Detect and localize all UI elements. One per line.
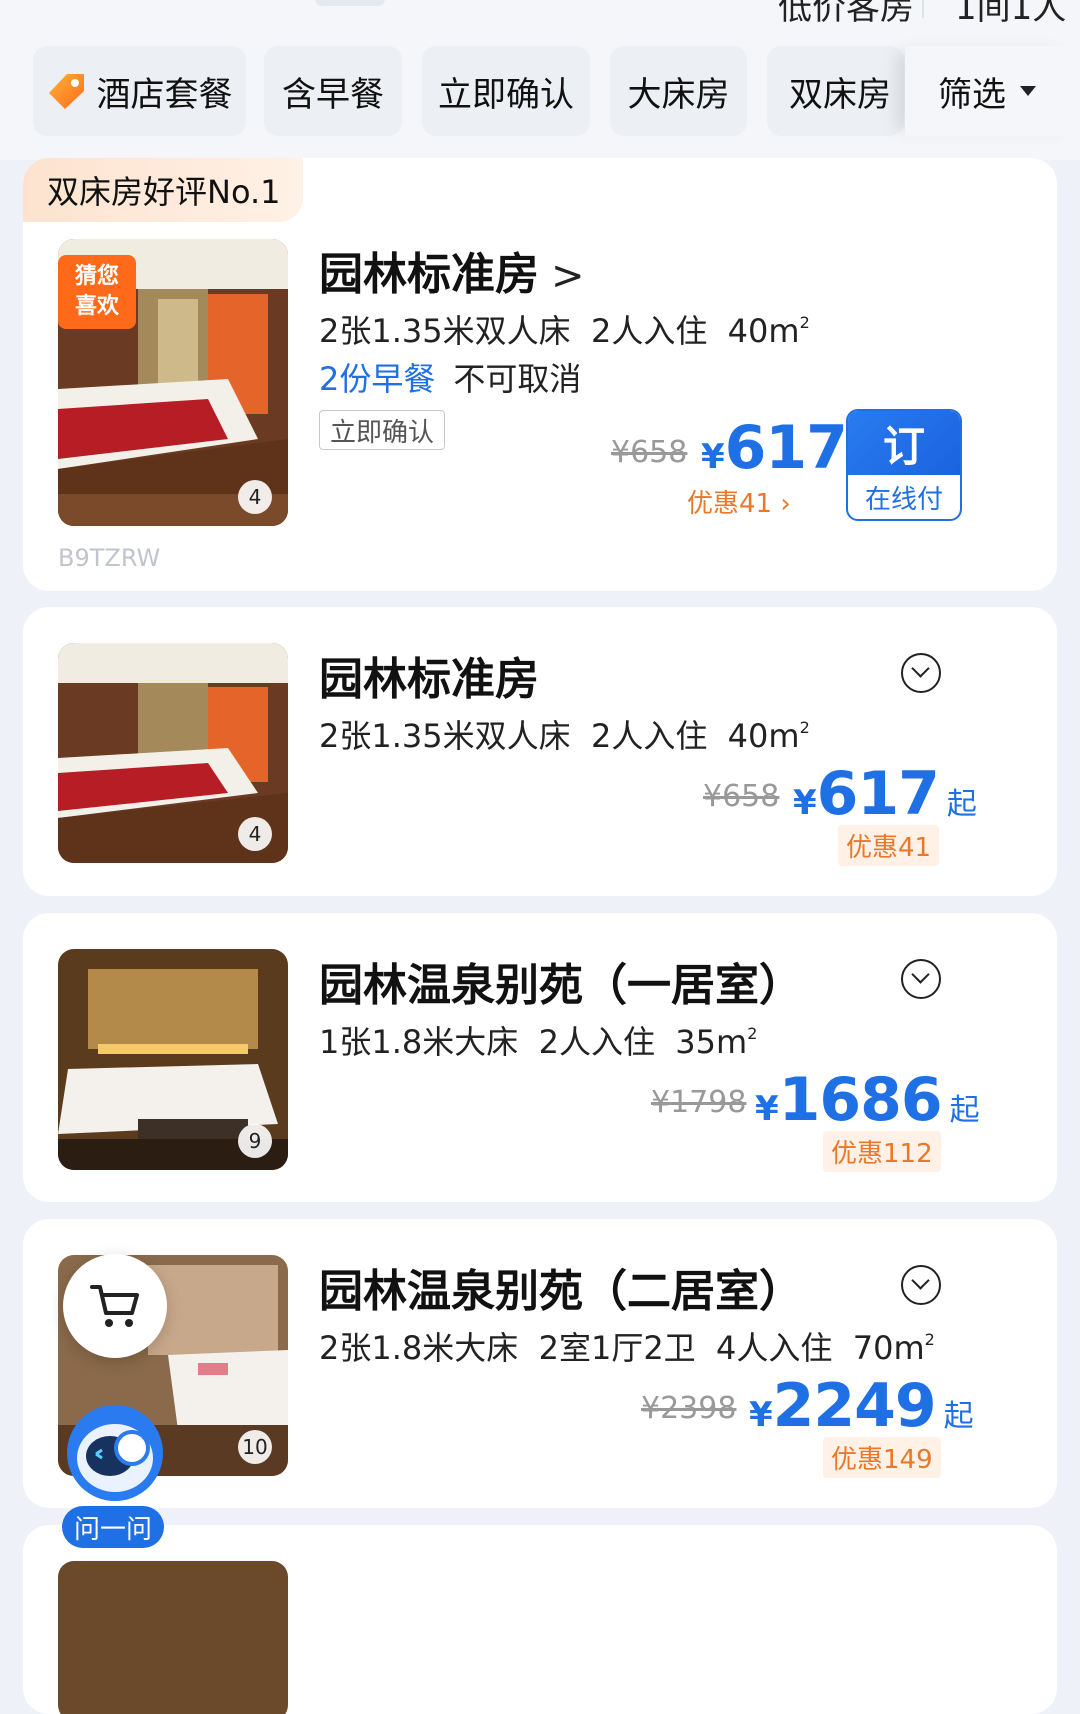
filter-button[interactable]: 筛选 bbox=[905, 46, 1080, 136]
cancel-policy: 不可取消 bbox=[453, 360, 582, 398]
unit-sup: 2 bbox=[799, 313, 810, 332]
currency-symbol: ¥ bbox=[701, 437, 725, 477]
room-photo[interactable]: 猜您 喜欢 4 bbox=[58, 239, 288, 526]
room-title[interactable]: 园林标准房 > bbox=[319, 238, 585, 302]
expand-chevron-icon[interactable] bbox=[901, 1265, 941, 1305]
breakfast-text: 2份早餐 bbox=[319, 360, 436, 398]
room-spec-text: 2张1.35米双人床 2人入住 40m bbox=[319, 717, 800, 755]
expand-chevron-icon[interactable] bbox=[901, 653, 941, 693]
expand-chevron-icon[interactable] bbox=[901, 959, 941, 999]
chip-twin-bed[interactable]: 双床房 bbox=[767, 46, 904, 136]
unit-sup: 2 bbox=[924, 1330, 935, 1349]
current-price: ¥1686 起 bbox=[755, 1065, 980, 1135]
discount-badge: 优惠41 bbox=[838, 825, 940, 866]
price-from-label: 起 bbox=[949, 1093, 980, 1128]
room-card[interactable]: 10 园林温泉别苑（二居室） 2张1.8米大床 2室1厅2卫 4人入住 70m2… bbox=[23, 1219, 1057, 1508]
room-spec: 2张1.35米双人床 2人入住 40m2 bbox=[319, 711, 810, 757]
discount-link[interactable]: 优惠41 › bbox=[687, 483, 791, 520]
original-price: ¥658 bbox=[611, 435, 688, 470]
price-value: 1686 bbox=[778, 1065, 943, 1135]
room-photo[interactable]: 9 bbox=[58, 949, 288, 1170]
badge-line: 猜您 bbox=[74, 264, 119, 289]
robot-icon bbox=[67, 1405, 163, 1501]
discount-badge: 优惠112 bbox=[823, 1131, 941, 1172]
chip-hotel-package[interactable]: 酒店套餐 bbox=[33, 46, 246, 136]
chip-label: 立即确认 bbox=[438, 74, 574, 115]
photo-count: 10 bbox=[238, 1430, 272, 1464]
room-spec-text: 2张1.8米大床 2室1厅2卫 4人入住 70m bbox=[319, 1329, 925, 1367]
room-card[interactable]: 双床房好评No.1 猜您 喜欢 4 园林标准房 > 2张1.35米双人床 2人入住… bbox=[23, 158, 1057, 591]
price-from-label: 起 bbox=[946, 787, 977, 822]
room-photo[interactable]: 4 bbox=[58, 643, 288, 863]
book-label: 订 bbox=[848, 411, 960, 475]
discount-badge: 优惠149 bbox=[823, 1437, 941, 1478]
price-from-label: 起 bbox=[943, 1399, 974, 1434]
room-spec: 2张1.8米大床 2室1厅2卫 4人入住 70m2 bbox=[319, 1323, 935, 1369]
chevron-right-icon: > bbox=[551, 253, 585, 299]
top-pill bbox=[315, 0, 385, 6]
photo-count: 9 bbox=[238, 1124, 272, 1158]
current-price: ¥617 起 bbox=[793, 759, 977, 829]
cart-button[interactable] bbox=[63, 1254, 167, 1358]
chip-label: 含早餐 bbox=[282, 74, 384, 115]
chip-king-bed[interactable]: 大床房 bbox=[610, 46, 747, 136]
unit-sup: 2 bbox=[799, 718, 810, 737]
room-policy: 2份早餐 不可取消 bbox=[319, 354, 581, 400]
caret-down-icon bbox=[1020, 86, 1036, 96]
chip-label: 大床房 bbox=[627, 74, 730, 115]
room-spec-text: 2张1.35米双人床 2人入住 40m bbox=[319, 312, 800, 350]
instant-confirm-tag: 立即确认 bbox=[319, 410, 446, 450]
tag-icon bbox=[48, 74, 84, 109]
original-price: ¥2398 bbox=[641, 1391, 737, 1426]
room-spec: 2张1.35米双人床 2人入住 40m2 bbox=[319, 306, 810, 352]
chip-label: 双床房 bbox=[789, 74, 891, 115]
room-card[interactable] bbox=[23, 1525, 1057, 1714]
room-card[interactable]: 9 园林温泉别苑（一居室） 1张1.8米大床 2人入住 35m2 ¥1798 ¥… bbox=[23, 913, 1057, 1202]
header-text-right[interactable]: 1间1人 bbox=[955, 0, 1066, 29]
pay-online-label: 在线付 bbox=[864, 484, 943, 515]
chip-breakfast[interactable]: 含早餐 bbox=[264, 46, 402, 136]
chip-label: 酒店套餐 bbox=[96, 74, 233, 115]
header-text-left[interactable]: 低价客房 bbox=[778, 0, 914, 29]
room-spec-text: 1张1.8米大床 2人入住 35m bbox=[319, 1023, 748, 1061]
filter-bar: 酒店套餐 含早餐 立即确认 大床房 双床房 筛选 bbox=[0, 30, 1080, 160]
room-title[interactable]: 园林标准房 bbox=[319, 643, 539, 707]
room-code: B9TZRW bbox=[58, 544, 161, 572]
currency-symbol: ¥ bbox=[755, 1089, 779, 1129]
guess-you-like-badge: 猜您 喜欢 bbox=[58, 255, 136, 329]
room-title-text: 园林标准房 bbox=[319, 249, 539, 300]
filter-label: 筛选 bbox=[938, 74, 1006, 115]
currency-symbol: ¥ bbox=[749, 1395, 773, 1435]
photo-count: 4 bbox=[238, 480, 272, 514]
cart-icon bbox=[90, 1285, 139, 1327]
top-bar: 低价客房 1间1人 bbox=[0, 0, 1080, 30]
photo-count: 4 bbox=[238, 817, 272, 851]
original-price: ¥658 bbox=[703, 779, 780, 814]
chip-instant-confirm[interactable]: 立即确认 bbox=[422, 46, 590, 136]
unit-sup: 2 bbox=[747, 1024, 758, 1043]
price-value: 617 bbox=[724, 413, 848, 483]
price-value: 2249 bbox=[772, 1371, 937, 1441]
current-price: ¥2249 起 bbox=[749, 1371, 974, 1441]
ribbon-label: 双床房好评No.1 bbox=[23, 158, 303, 222]
currency-symbol: ¥ bbox=[793, 783, 817, 823]
current-price: ¥617 bbox=[701, 413, 848, 483]
header-divider bbox=[922, 0, 924, 18]
original-price: ¥1798 bbox=[651, 1085, 747, 1120]
book-button[interactable]: 订 在线付 bbox=[846, 409, 962, 521]
room-card[interactable]: 4 园林标准房 2张1.35米双人床 2人入住 40m2 ¥658 ¥617 起 … bbox=[23, 607, 1057, 896]
room-photo[interactable] bbox=[58, 1561, 288, 1714]
badge-line: 喜欢 bbox=[74, 294, 119, 319]
room-title[interactable]: 园林温泉别苑（二居室） bbox=[319, 1255, 803, 1319]
assistant-button[interactable]: 问一问 bbox=[60, 1398, 170, 1548]
room-title[interactable]: 园林温泉别苑（一居室） bbox=[319, 949, 803, 1013]
ask-label: 问一问 bbox=[62, 1506, 164, 1548]
room-spec: 1张1.8米大床 2人入住 35m2 bbox=[319, 1017, 757, 1063]
price-value: 617 bbox=[816, 759, 940, 829]
